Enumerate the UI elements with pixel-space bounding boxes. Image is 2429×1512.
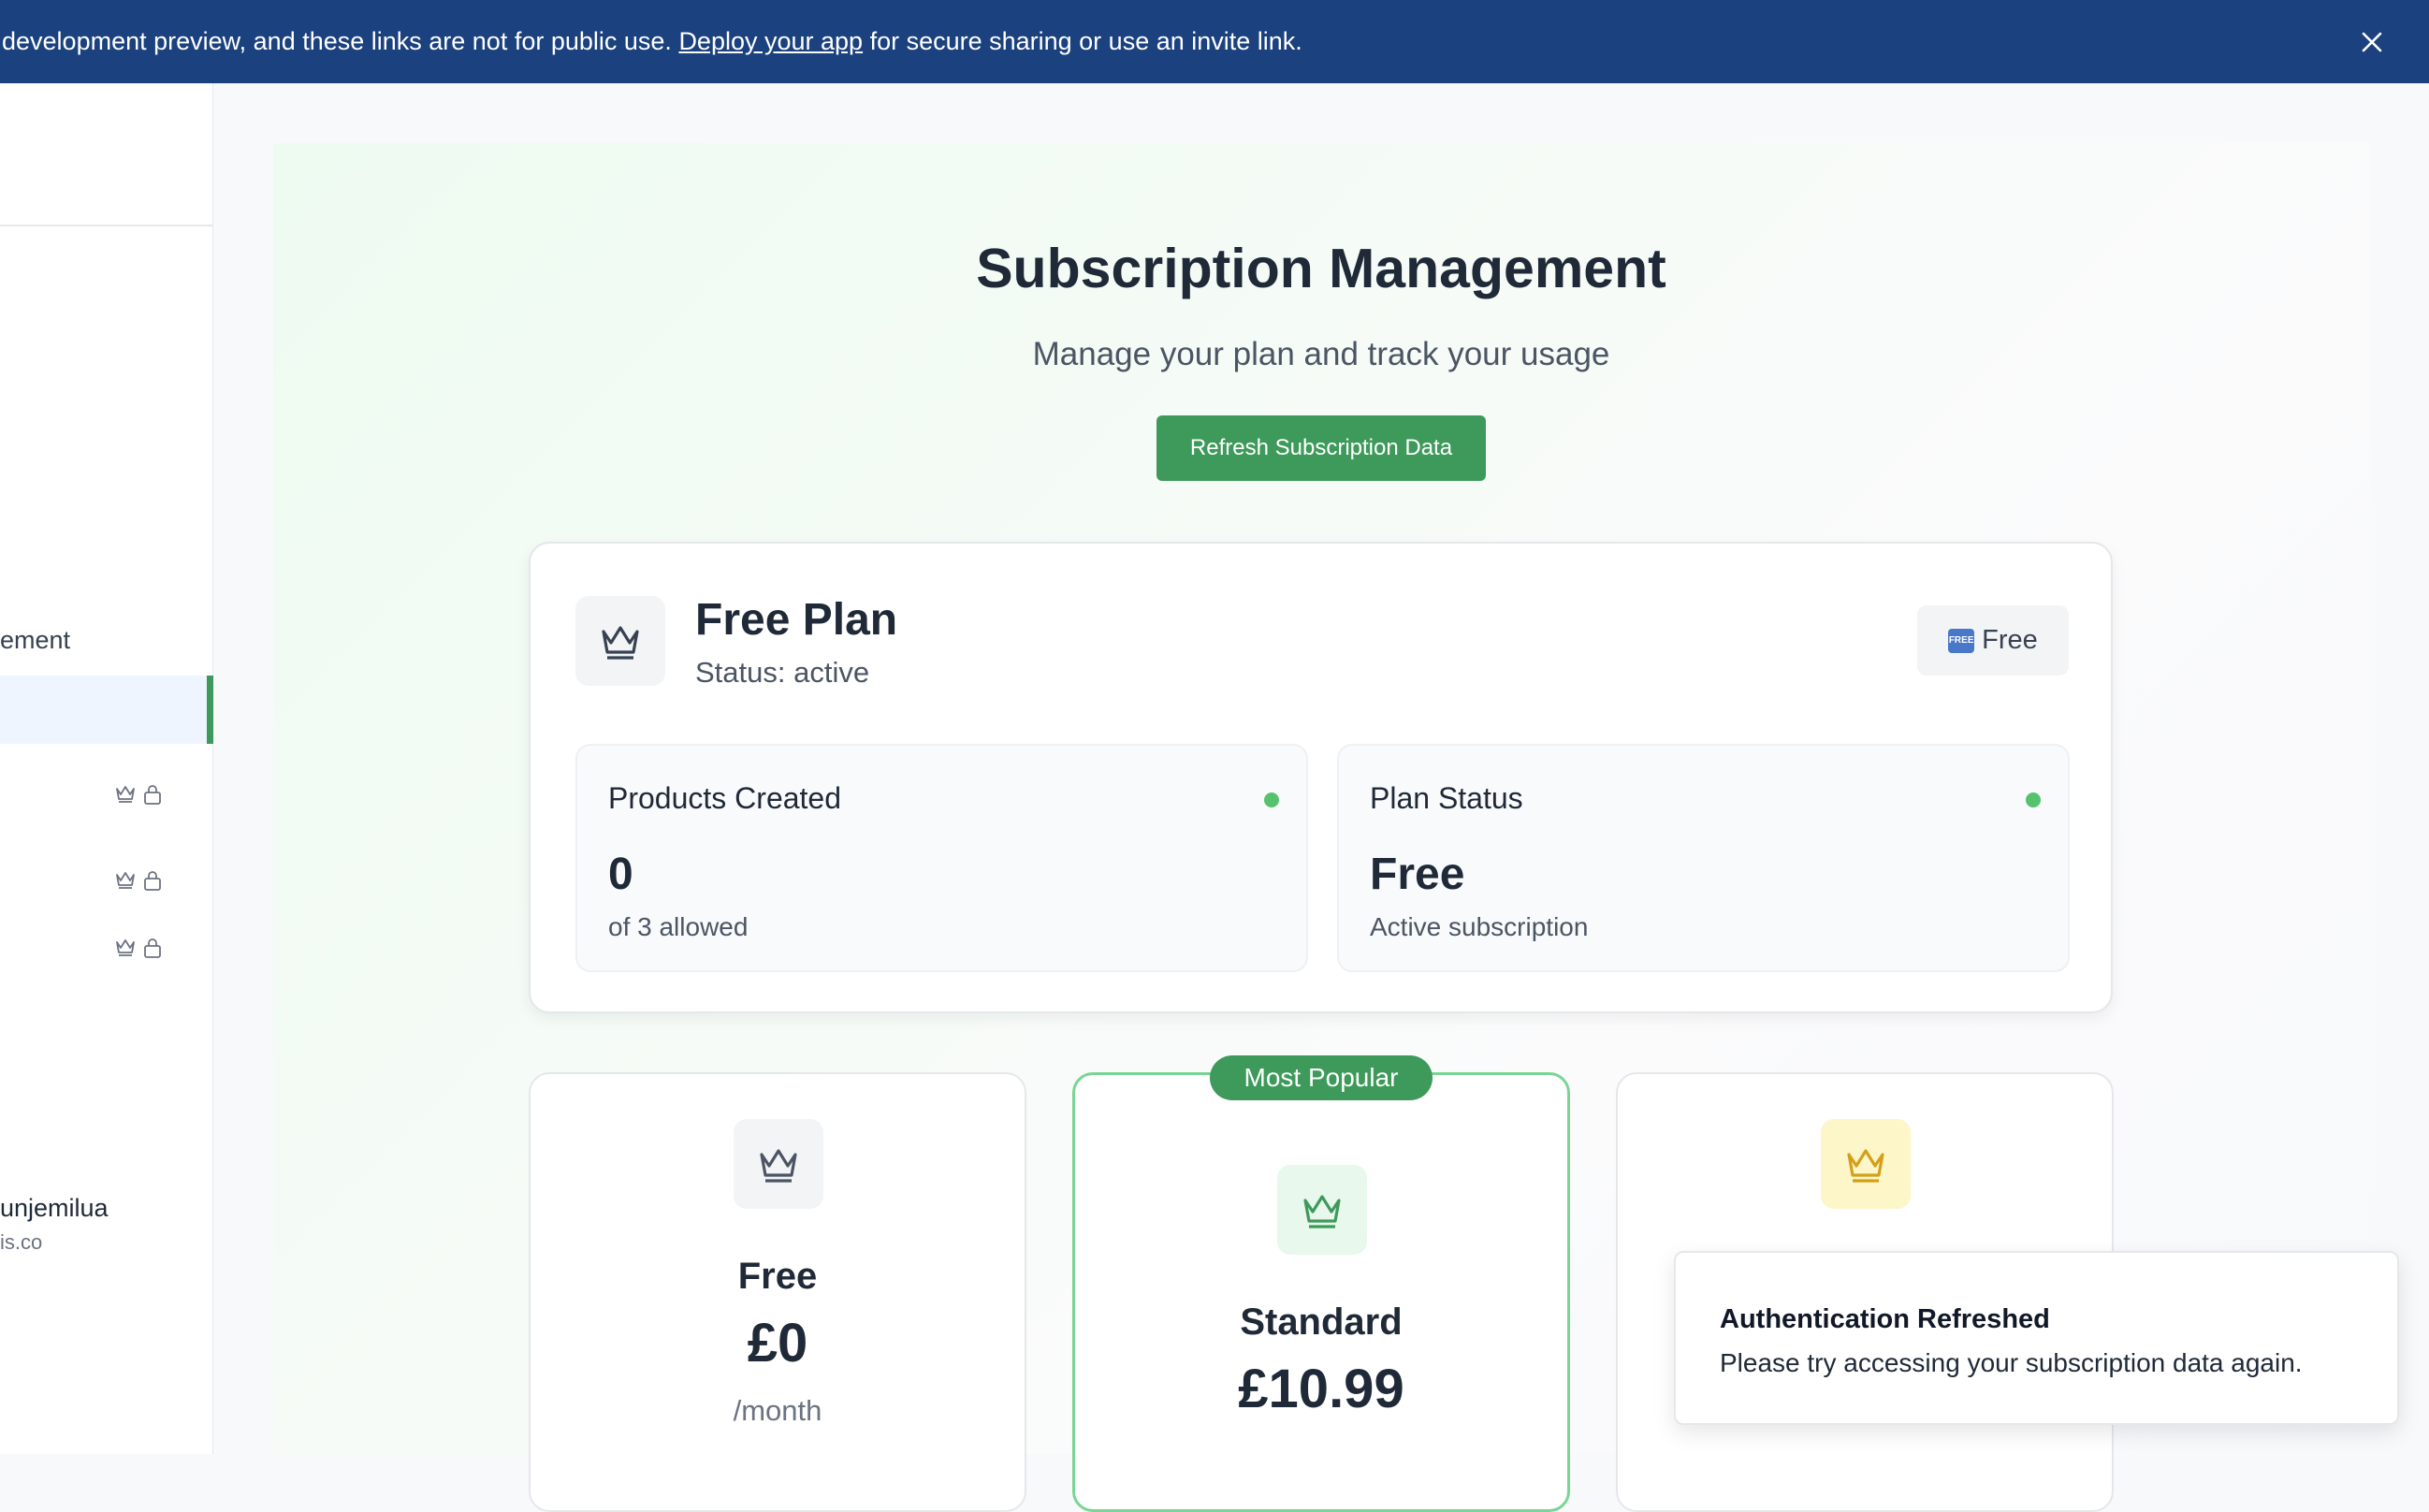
tier-period: /month [733, 1394, 822, 1427]
plan-icon-box [575, 596, 665, 686]
pricing-card-standard[interactable]: Standard £10.99 [1072, 1072, 1570, 1512]
sidebar-divider [0, 225, 213, 226]
free-icon: FREE [1948, 628, 1975, 653]
most-popular-badge: Most Popular [1210, 1055, 1433, 1100]
crown-icon [1303, 1195, 1341, 1228]
user-name: unjemilua [0, 1194, 109, 1222]
tier-price: £0 [747, 1313, 808, 1374]
tier-icon-box [1821, 1119, 1911, 1209]
stat-value: Free [1370, 850, 1465, 899]
sidebar-item-locked[interactable] [0, 925, 213, 972]
sidebar-item-active[interactable] [0, 676, 213, 744]
crown-icon [1847, 1149, 1884, 1183]
deploy-app-link[interactable]: Deploy your app [678, 27, 863, 55]
sidebar-section-label: ement [0, 626, 71, 654]
pricing-card-free[interactable]: Free £0 /month [529, 1072, 1026, 1512]
sidebar-item-locked[interactable] [0, 858, 213, 905]
stat-sub: Active subscription [1370, 912, 1589, 941]
stat-label: Products Created [608, 781, 842, 815]
stat-plan-status: Plan Status Free Active subscription [1337, 744, 2070, 972]
crown-icon [116, 872, 135, 889]
banner-text: development preview, and these links are… [0, 27, 1302, 56]
tier-name: Free [737, 1256, 818, 1297]
close-icon[interactable] [2356, 26, 2388, 58]
sidebar: ement unjemilua is.co [0, 83, 213, 1454]
lock-icon [144, 871, 161, 891]
stat-label: Plan Status [1370, 781, 1523, 815]
crown-icon [760, 1149, 797, 1183]
refresh-subscription-button[interactable]: Refresh Subscription Data [1156, 415, 1486, 481]
tier-price: £10.99 [1238, 1359, 1404, 1419]
stat-products-created: Products Created 0 of 3 allowed [575, 744, 1308, 972]
lock-icon [144, 938, 161, 958]
plan-badge-label: Free [1982, 625, 2038, 655]
status-dot [2026, 792, 2041, 807]
toast-description: Please try accessing your subscription d… [1720, 1348, 2303, 1377]
crown-icon [116, 939, 135, 956]
tier-icon-box [734, 1119, 823, 1209]
plan-status: Status: active [695, 656, 870, 689]
dev-preview-banner: development preview, and these links are… [0, 0, 2429, 83]
user-email: is.co [0, 1230, 43, 1254]
page-title: Subscription Management [976, 238, 1666, 299]
tier-name: Standard [1240, 1301, 1403, 1343]
banner-text-after: for secure sharing or use an invite link… [863, 27, 1302, 55]
page-subtitle: Manage your plan and track your usage [1032, 336, 1610, 372]
plan-name: Free Plan [695, 595, 898, 645]
lock-icon [144, 785, 161, 805]
crown-icon [116, 786, 135, 803]
banner-text-before: development preview, and these links are… [2, 27, 679, 55]
stat-value: 0 [608, 850, 633, 899]
plan-badge: FREE Free [1917, 605, 2069, 676]
tier-icon-box [1277, 1165, 1367, 1255]
toast-title: Authentication Refreshed [1720, 1304, 2050, 1334]
sidebar-item-locked[interactable] [0, 772, 213, 819]
current-plan-card: Free Plan Status: active FREE Free Produ… [529, 542, 2113, 1013]
crown-icon [602, 626, 639, 660]
stat-sub: of 3 allowed [608, 912, 749, 941]
toast-notification[interactable]: Authentication Refreshed Please try acce… [1674, 1251, 2399, 1425]
status-dot [1264, 792, 1279, 807]
